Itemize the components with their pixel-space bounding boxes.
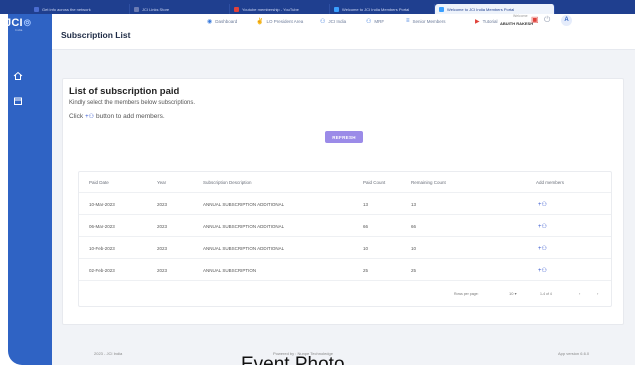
pagination-range: 1-4 of 4 bbox=[540, 292, 552, 296]
welcome-label: Welcome bbox=[513, 14, 528, 18]
browser-tab-strip: Get info across the network JCI Links St… bbox=[0, 0, 635, 14]
dashboard-icon: ◉ bbox=[207, 19, 213, 25]
card-hint: Click +⚇ button to add members. bbox=[69, 113, 165, 120]
browser-tab[interactable]: JCI Links Store bbox=[130, 4, 230, 14]
nav-tutorial[interactable]: ▶ Tutorial bbox=[475, 18, 497, 25]
add-members-icon: +⚇ bbox=[85, 114, 94, 120]
browser-tab[interactable]: Get info across the network bbox=[30, 4, 130, 14]
column-header[interactable]: Add members bbox=[536, 180, 564, 185]
nav-senior-members[interactable]: ≡ Senior Members bbox=[406, 18, 446, 24]
paid-count-cell: 10 bbox=[363, 246, 369, 251]
remaining-count-cell: 13 bbox=[411, 202, 417, 207]
add-members-icon[interactable]: +⚇ bbox=[538, 245, 547, 252]
tab-favicon-icon bbox=[234, 6, 239, 12]
paid-count-cell: 25 bbox=[363, 268, 369, 273]
year-cell: 2023 bbox=[157, 224, 168, 229]
list-icon: ≡ bbox=[406, 18, 410, 24]
description-cell: ANNUAL SUBSCRIPTION bbox=[203, 268, 257, 273]
remaining-count-cell: 25 bbox=[411, 268, 417, 273]
tab-favicon-icon bbox=[439, 6, 444, 12]
footer-app-version: App version 6.6.0 bbox=[558, 351, 590, 356]
rows-per-page-select[interactable]: 10 ▾ bbox=[509, 291, 517, 296]
remaining-count-cell: 66 bbox=[411, 224, 417, 229]
add-members-icon[interactable]: +⚇ bbox=[538, 267, 547, 274]
previous-page-icon[interactable]: ‹ bbox=[579, 291, 580, 296]
browser-tab-active[interactable]: Welcome to JCI India Members Portal bbox=[435, 4, 555, 14]
power-icon[interactable]: ⏻ bbox=[544, 15, 550, 24]
year-cell: 2023 bbox=[157, 202, 168, 207]
paid-date-cell: 10-Mar-2023 bbox=[89, 202, 115, 207]
card-instruction: Kindly select the members below subscrip… bbox=[69, 100, 196, 106]
table-row: 10-Mar-2023 2023 ANNUAL SUBSCRIPTION ADD… bbox=[79, 194, 611, 215]
description-cell: ANNUAL SUBSCRIPTION ADDITIONAL bbox=[203, 224, 285, 229]
browser-tab[interactable]: Welcome to JCI India Members Portal bbox=[330, 4, 435, 14]
paid-date-cell: 02-Feb-2023 bbox=[89, 268, 115, 273]
nav-lo-president-area[interactable]: ✌ LO President Area bbox=[256, 18, 303, 25]
year-cell: 2023 bbox=[157, 246, 168, 251]
column-header[interactable]: Subscription Description bbox=[203, 180, 252, 185]
table-header-row: Paid Date Year Subscription Description … bbox=[79, 172, 611, 193]
nav-mrf[interactable]: ⚇ MRF bbox=[366, 18, 384, 25]
tab-favicon-icon bbox=[34, 6, 39, 12]
description-cell: ANNUAL SUBSCRIPTION ADDITIONAL bbox=[203, 202, 285, 207]
description-cell: ANNUAL SUBSCRIPTION ADDITIONAL bbox=[203, 246, 285, 251]
paid-count-cell: 66 bbox=[363, 224, 369, 229]
footer-copyright: 2023 - JCI India bbox=[94, 351, 123, 356]
table-row: 10-Feb-2023 2023 ANNUAL SUBSCRIPTION ADD… bbox=[79, 238, 611, 259]
rows-per-page-label: Rows per page: bbox=[454, 292, 479, 296]
column-header[interactable]: Paid Date bbox=[89, 180, 109, 185]
subscription-table: Paid Date Year Subscription Description … bbox=[78, 171, 612, 307]
remaining-count-cell: 10 bbox=[411, 246, 417, 251]
add-members-icon[interactable]: +⚇ bbox=[538, 201, 547, 208]
people-icon: ⚇ bbox=[366, 19, 372, 25]
people-icon: ⚇ bbox=[320, 19, 326, 25]
jci-logo[interactable]: JCI⦾ India bbox=[5, 17, 32, 32]
card-title: List of subscription paid bbox=[69, 86, 180, 97]
paid-date-cell: 06-Mar-2023 bbox=[89, 224, 115, 229]
refresh-button[interactable]: REFRESH bbox=[325, 131, 363, 143]
column-header[interactable]: Year bbox=[157, 180, 166, 185]
browser-tab[interactable]: Youtube membership - YouTube bbox=[230, 4, 330, 14]
event-photo-overlay: Event Photo bbox=[241, 354, 345, 365]
paid-count-cell: 13 bbox=[363, 202, 369, 207]
column-header[interactable]: Paid Count bbox=[363, 180, 385, 185]
handshake-icon: ✌ bbox=[256, 19, 264, 25]
column-header[interactable]: Remaining Count bbox=[411, 180, 446, 185]
add-members-icon[interactable]: +⚇ bbox=[538, 223, 547, 230]
nav-dashboard[interactable]: ◉ Dashboard bbox=[207, 18, 237, 25]
avatar[interactable]: A bbox=[561, 15, 572, 26]
chevron-down-icon: ▾ bbox=[514, 291, 517, 296]
paid-date-cell: 10-Feb-2023 bbox=[89, 246, 115, 251]
page-title: Subscription List bbox=[61, 30, 131, 40]
home-icon[interactable] bbox=[12, 71, 24, 83]
next-page-icon[interactable]: › bbox=[597, 291, 598, 296]
tab-favicon-icon bbox=[334, 6, 339, 12]
tab-favicon-icon bbox=[134, 6, 139, 12]
table-row: 06-Mar-2023 2023 ANNUAL SUBSCRIPTION ADD… bbox=[79, 216, 611, 237]
nav-jci-india[interactable]: ⚇ JCI India bbox=[320, 18, 346, 25]
youtube-icon: ▶ bbox=[475, 19, 480, 25]
table-row: 02-Feb-2023 2023 ANNUAL SUBSCRIPTION 25 … bbox=[79, 260, 611, 281]
year-cell: 2023 bbox=[157, 268, 168, 273]
calendar-icon[interactable] bbox=[12, 96, 24, 108]
user-name: ABUITH RAKESH bbox=[500, 21, 534, 26]
logo-mark-icon: ⦾ bbox=[23, 18, 32, 28]
sidebar bbox=[8, 14, 52, 365]
